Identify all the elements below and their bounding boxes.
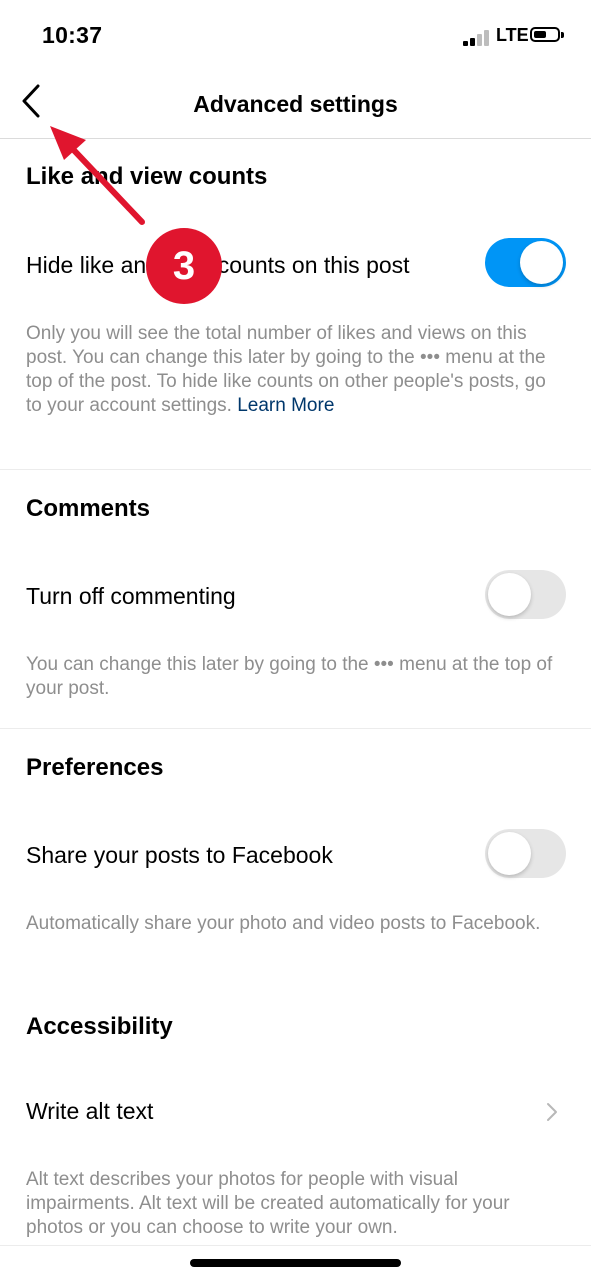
battery-icon (530, 27, 564, 42)
share-to-facebook-toggle[interactable] (485, 829, 566, 878)
section-title-accessibility: Accessibility (26, 1013, 173, 1040)
annotation-step-badge: 3 (146, 228, 222, 304)
divider (0, 469, 591, 470)
toggle-knob (488, 573, 531, 616)
status-bar: 10:37 LTE (0, 0, 591, 70)
hide-like-counts-toggle[interactable] (485, 238, 566, 287)
turn-off-commenting-label: Turn off commenting (26, 583, 236, 609)
nav-bar: Advanced settings (0, 70, 591, 139)
preferences-description: Automatically share your photo and video… (26, 913, 541, 934)
accessibility-description: Alt text describes your photos for peopl… (26, 1169, 510, 1238)
share-to-facebook-label: Share your posts to Facebook (26, 842, 333, 868)
home-indicator (190, 1259, 401, 1267)
comments-description: You can change this later by going to th… (26, 654, 553, 699)
section-title-comments: Comments (26, 495, 151, 522)
chevron-right-icon[interactable] (542, 1100, 562, 1124)
signal-icon (463, 30, 493, 46)
divider (0, 1245, 591, 1246)
learn-more-link[interactable]: Learn More (237, 395, 334, 416)
like-counts-description: Only you will see the total number of li… (26, 322, 566, 418)
turn-off-commenting-toggle[interactable] (485, 570, 566, 619)
section-title-preferences: Preferences (26, 754, 164, 781)
page-title: Advanced settings (193, 91, 398, 117)
divider (0, 728, 591, 729)
toggle-knob (488, 832, 531, 875)
status-time: 10:37 (42, 22, 103, 48)
toggle-knob (520, 241, 563, 284)
section-title-like-counts: Like and view counts (26, 163, 268, 190)
network-label: LTE (496, 25, 529, 45)
write-alt-text-row[interactable]: Write alt text (26, 1098, 153, 1125)
